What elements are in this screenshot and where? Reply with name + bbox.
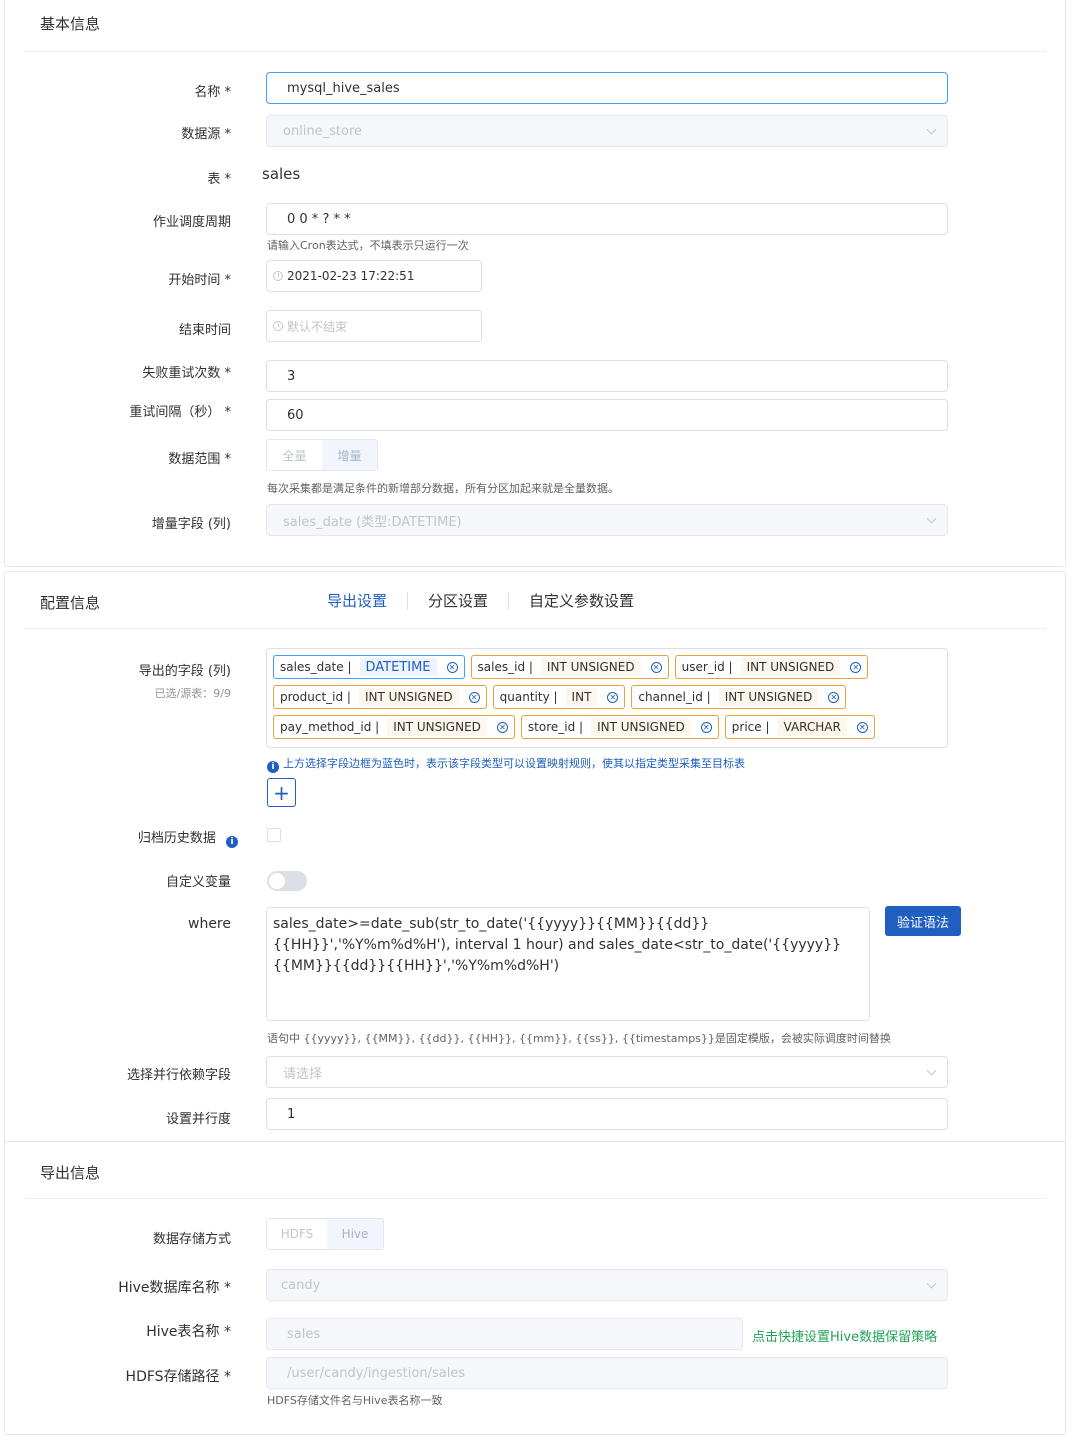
- data-range-hint: 每次采集都是满足条件的新增部分数据，所有分区加起来就是全量数据。: [267, 482, 619, 495]
- hive-table-input[interactable]: sales: [266, 1318, 743, 1350]
- custom-variable-switch[interactable]: [267, 871, 307, 891]
- field-tag[interactable]: product_id | INT UNSIGNED ✕: [273, 685, 487, 709]
- end-time-placeholder: 默认不结束: [287, 319, 348, 334]
- parallel-field-label: 选择并行依赖字段: [126, 1068, 231, 1083]
- close-circle-icon[interactable]: ✕: [700, 721, 712, 733]
- where-textarea[interactable]: sales_date>=date_sub(str_to_date('{{yyyy…: [266, 907, 870, 1021]
- config-info-title: 配置信息: [40, 594, 101, 612]
- end-time-picker[interactable]: 默认不结束: [266, 310, 482, 342]
- name-label: 名称 *: [194, 85, 231, 100]
- close-circle-icon[interactable]: ✕: [850, 661, 862, 673]
- archive-history-checkbox[interactable]: [267, 828, 281, 842]
- basic-info-card: 基本信息 名称 * mysql_hive_sales 数据源 * online_…: [4, 0, 1066, 567]
- hive-db-value: candy: [281, 1277, 321, 1293]
- retry-count-label: 失败重试次数 *: [142, 366, 231, 381]
- datasource-value: online_store: [283, 123, 363, 139]
- hive-retention-link[interactable]: 点击快捷设置Hive数据保留策略: [752, 1326, 937, 1345]
- config-info-card: 配置信息 导出设置 分区设置 自定义参数设置 导出的字段 (列) 已选/源表：9…: [4, 571, 1066, 1146]
- close-circle-icon[interactable]: ✕: [468, 691, 480, 703]
- verify-syntax-button[interactable]: 验证语法: [885, 906, 961, 936]
- export-info-card: 导出信息 数据存储方式 HDFS Hive Hive数据库名称 * candy …: [4, 1141, 1066, 1435]
- close-circle-icon[interactable]: ✕: [446, 661, 458, 673]
- field-tag[interactable]: pay_method_id | INT UNSIGNED ✕: [273, 715, 515, 739]
- field-tag[interactable]: sales_date | DATETIME ✕: [273, 655, 465, 679]
- close-circle-icon[interactable]: ✕: [607, 691, 619, 703]
- field-tag[interactable]: store_id | INT UNSIGNED ✕: [520, 715, 719, 739]
- hdfs-path-hint: HDFS存储文件名与Hive表名称一致: [267, 1394, 443, 1407]
- close-circle-icon[interactable]: ✕: [856, 721, 868, 733]
- start-time-value: 2021-02-23 17:22:51: [287, 269, 415, 283]
- where-label: where: [188, 916, 231, 932]
- parallelism-input[interactable]: 1: [266, 1098, 948, 1130]
- datasource-select[interactable]: online_store: [266, 115, 948, 147]
- storage-mode-toggle: HDFS Hive: [266, 1218, 384, 1250]
- tab-partition-settings[interactable]: 分区设置: [408, 592, 510, 610]
- parallel-field-placeholder: 请选择: [283, 1066, 323, 1082]
- divider: [25, 51, 1046, 52]
- chevron-down-icon: [926, 513, 937, 524]
- divider: [25, 1198, 1046, 1199]
- chevron-down-icon: [926, 1278, 937, 1289]
- range-option-full[interactable]: 全量: [267, 440, 322, 470]
- close-circle-icon[interactable]: ✕: [496, 721, 508, 733]
- table-value: sales: [262, 165, 301, 183]
- hdfs-path-input[interactable]: /user/candy/ingestion/sales: [266, 1357, 948, 1389]
- info-icon: i: [226, 836, 238, 848]
- retry-count-input[interactable]: 3: [266, 360, 948, 392]
- where-hint: 语句中 {{yyyy}}, {{MM}}, {{dd}}, {{HH}}, {{…: [267, 1032, 891, 1045]
- config-tabs: 导出设置 分区设置 自定义参数设置: [327, 592, 654, 610]
- hdfs-path-label: HDFS存储路径 *: [125, 1369, 231, 1385]
- export-info-title: 导出信息: [40, 1164, 101, 1182]
- tab-custom-params[interactable]: 自定义参数设置: [509, 592, 654, 610]
- clock-icon: [273, 321, 283, 331]
- fields-hint: i 上方选择字段边框为蓝色时，表示该字段类型可以设置映射规则，使其以指定类型采集至…: [267, 755, 745, 773]
- cron-label: 作业调度周期: [152, 215, 231, 230]
- close-circle-icon[interactable]: ✕: [828, 691, 840, 703]
- chevron-down-icon: [926, 124, 937, 135]
- data-range-label: 数据范围 *: [168, 452, 231, 467]
- custom-variable-label: 自定义变量: [165, 875, 231, 890]
- incremental-field-label: 增量字段 (列): [151, 517, 231, 532]
- start-time-label: 开始时间 *: [168, 273, 231, 288]
- field-tag[interactable]: sales_id | INT UNSIGNED ✕: [470, 655, 669, 679]
- incremental-field-value: sales_date (类型:DATETIME): [283, 514, 462, 530]
- field-tag[interactable]: channel_id | INT UNSIGNED ✕: [631, 685, 847, 709]
- archive-history-label: 归档历史数据 i: [138, 827, 238, 848]
- hive-db-select[interactable]: candy: [266, 1269, 948, 1301]
- field-tag[interactable]: quantity | INT ✕: [492, 685, 626, 709]
- hive-db-label: Hive数据库名称 *: [118, 1280, 231, 1296]
- incremental-field-select[interactable]: sales_date (类型:DATETIME): [266, 504, 948, 536]
- parallel-field-select[interactable]: 请选择: [266, 1056, 948, 1088]
- end-time-label: 结束时间: [178, 323, 231, 338]
- datasource-label: 数据源 *: [181, 127, 231, 142]
- storage-option-hdfs[interactable]: HDFS: [267, 1219, 327, 1249]
- add-field-button[interactable]: +: [267, 778, 296, 807]
- chevron-down-icon: [926, 1065, 937, 1076]
- table-label: 表 *: [207, 172, 231, 187]
- cron-hint: 请输入Cron表达式，不填表示只运行一次: [267, 239, 469, 252]
- field-tag[interactable]: price | VARCHAR ✕: [724, 715, 875, 739]
- info-icon: i: [267, 761, 279, 773]
- data-range-toggle: 全量 增量: [266, 439, 378, 471]
- parallelism-label: 设置并行度: [165, 1112, 231, 1127]
- storage-option-hive[interactable]: Hive: [327, 1219, 383, 1249]
- range-option-incremental[interactable]: 增量: [322, 440, 377, 470]
- export-fields-count: 已选/源表：9/9: [154, 687, 231, 700]
- export-fields-box[interactable]: sales_date | DATETIME ✕ sales_id | INT U…: [266, 648, 948, 748]
- basic-info-title: 基本信息: [40, 15, 101, 33]
- storage-mode-label: 数据存储方式: [152, 1232, 231, 1247]
- export-fields-label: 导出的字段 (列): [138, 664, 231, 679]
- retry-interval-label: 重试间隔（秒） *: [129, 405, 231, 420]
- tab-export-settings[interactable]: 导出设置: [327, 592, 409, 610]
- hive-table-label: Hive表名称 *: [146, 1324, 231, 1340]
- cron-input[interactable]: 0 0 * ? * *: [266, 203, 948, 235]
- close-circle-icon[interactable]: ✕: [650, 661, 662, 673]
- retry-interval-input[interactable]: 60: [266, 399, 948, 431]
- start-time-picker[interactable]: 2021-02-23 17:22:51: [266, 260, 482, 292]
- divider: [25, 628, 1046, 629]
- name-input[interactable]: mysql_hive_sales: [266, 72, 948, 104]
- clock-icon: [273, 271, 283, 281]
- field-tag[interactable]: user_id | INT UNSIGNED ✕: [674, 655, 869, 679]
